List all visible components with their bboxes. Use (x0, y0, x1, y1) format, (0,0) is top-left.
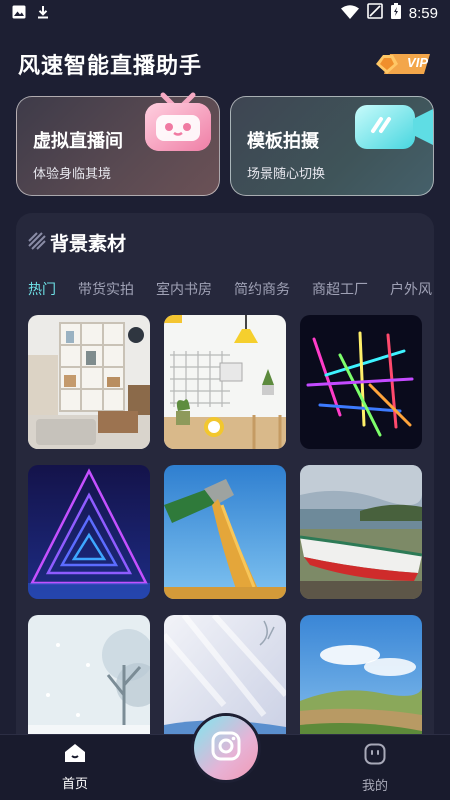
camera-button[interactable] (194, 716, 258, 780)
no-signal-icon (366, 3, 383, 23)
feature-title: 模板拍摄 (247, 131, 319, 152)
status-bar: 8:59 (0, 0, 450, 26)
grassland-sky-image[interactable] (300, 615, 422, 749)
category-tabs: 热门 带货实拍 室内书房 简约商务 商超工厂 户外风 (28, 279, 434, 301)
nav-mine-label: 我的 (361, 779, 388, 794)
battery-icon (390, 3, 401, 23)
wifi-icon (340, 4, 359, 23)
virtual-live-room-card[interactable]: 虚拟直播间 体验身临其境 (16, 92, 220, 196)
feature-cards: 虚拟直播间 体验身临其境 模板拍摄 场景随心切换 (16, 92, 434, 200)
tv-robot-icon (141, 91, 215, 159)
neon-triangle-image[interactable] (28, 465, 150, 599)
section-header: 背景素材 (28, 229, 126, 256)
tab-store-factory[interactable]: 商超工厂 (312, 279, 368, 301)
profile-icon (364, 743, 386, 769)
tab-simple-business[interactable]: 简约商务 (234, 279, 290, 301)
status-time: 8:59 (408, 4, 438, 22)
grain-harvest-image[interactable] (164, 465, 286, 599)
nav-home-label: 首页 (61, 777, 88, 792)
tab-live-selling[interactable]: 带货实拍 (78, 279, 134, 301)
video-camera-icon (353, 101, 437, 157)
neon-lines-image[interactable] (300, 315, 422, 449)
home-icon (64, 744, 86, 767)
nav-mine[interactable]: 我的 (345, 743, 405, 794)
background-materials-panel: 背景素材 热门 带货实拍 室内书房 简约商务 商超工厂 户外风 (16, 213, 434, 773)
vip-badge[interactable]: VIP (374, 51, 432, 77)
snow-tree-image[interactable] (28, 615, 150, 749)
download-icon (36, 4, 50, 23)
materials-grid (28, 315, 422, 749)
bookshelf-room-image[interactable] (28, 315, 150, 449)
boat-shore-image[interactable] (300, 465, 422, 599)
feature-subtitle: 体验身临其境 (33, 167, 112, 182)
stripes-icon (28, 231, 46, 254)
feature-subtitle: 场景随心切换 (247, 167, 326, 182)
nav-home[interactable]: 首页 (45, 743, 105, 792)
app-title: 风速智能直播助手 (18, 54, 203, 79)
camera-icon (211, 731, 241, 765)
section-title: 背景素材 (50, 233, 127, 255)
template-shooting-card[interactable]: 模板拍摄 场景随心切换 (230, 96, 434, 196)
app-header: 风速智能直播助手 VIP (0, 40, 450, 88)
feature-title: 虚拟直播间 (33, 131, 123, 152)
tab-hot[interactable]: 热门 (28, 279, 56, 301)
image-icon (12, 4, 26, 23)
yellow-lamp-desk-image[interactable] (164, 315, 286, 449)
tab-outdoor[interactable]: 户外风 (390, 279, 432, 301)
tab-indoor-study[interactable]: 室内书房 (156, 279, 212, 301)
vip-label: VIP (407, 55, 428, 70)
